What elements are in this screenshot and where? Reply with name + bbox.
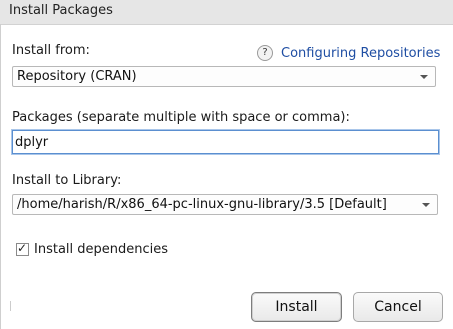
- dropdown-arrow-icon: [422, 203, 430, 207]
- library-select[interactable]: /home/harish/R/x86_64-pc-linux-gnu-libra…: [12, 194, 438, 215]
- install-packages-dialog: Install Packages Install from: ? Configu…: [0, 0, 453, 329]
- dialog-title: Install Packages: [9, 3, 113, 18]
- install-dependencies-checkbox[interactable]: ✓: [16, 240, 29, 256]
- install-dependencies-option[interactable]: ✓ Install dependencies: [16, 240, 168, 258]
- install-from-select[interactable]: Repository (CRAN): [12, 66, 436, 87]
- configuring-repositories-link[interactable]: ? Configuring Repositories: [257, 44, 440, 62]
- install-from-label: Install from:: [12, 43, 90, 58]
- dialog-border: [0, 24, 1, 329]
- install-from-value: Repository (CRAN): [17, 69, 137, 84]
- library-value: /home/harish/R/x86_64-pc-linux-gnu-libra…: [17, 197, 387, 212]
- packages-label: Packages (separate multiple with space o…: [12, 110, 350, 125]
- cancel-button[interactable]: Cancel: [353, 292, 443, 322]
- configuring-repositories-text: Configuring Repositories: [281, 45, 441, 61]
- install-to-library-label: Install to Library:: [12, 173, 122, 188]
- question-mark-icon: ?: [257, 45, 273, 61]
- install-button[interactable]: Install: [251, 292, 342, 322]
- dropdown-arrow-icon: [420, 75, 428, 79]
- divider: [10, 301, 11, 311]
- packages-input[interactable]: [12, 130, 439, 154]
- checkmark-icon: ✓: [17, 240, 28, 255]
- title-bar: Install Packages: [0, 0, 453, 25]
- install-dependencies-label: Install dependencies: [34, 241, 169, 257]
